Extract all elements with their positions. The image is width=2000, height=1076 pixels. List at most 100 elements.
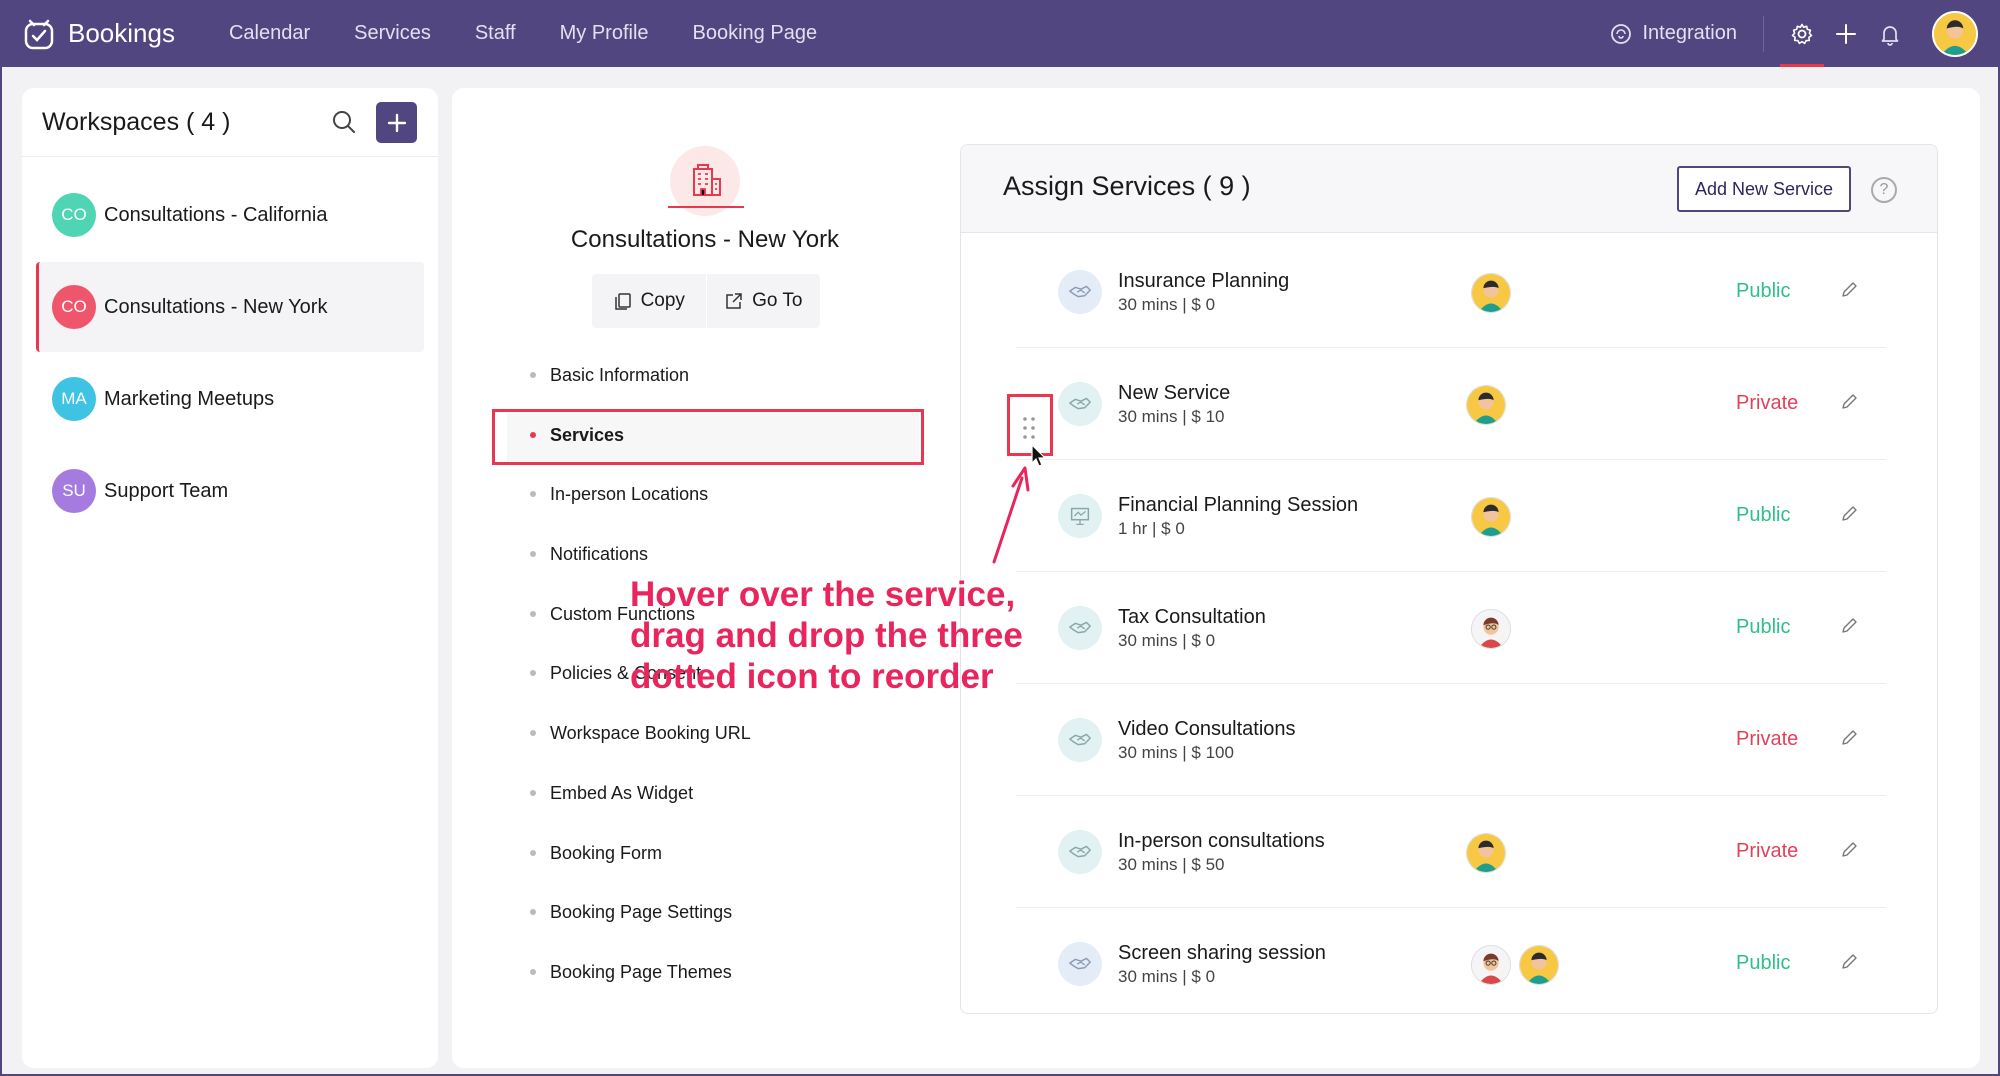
service-name: New Service (1118, 382, 1231, 404)
menu-label: Booking Form (550, 842, 663, 863)
nav-calendar[interactable]: Calendar (229, 22, 310, 45)
pencil-icon[interactable] (1839, 504, 1859, 524)
integration-icon (1611, 23, 1632, 44)
add-workspace-button[interactable] (376, 102, 417, 143)
settings-button[interactable] (1780, 0, 1824, 67)
copy-goto-group: Copy Go To (592, 274, 820, 328)
service-staff (1471, 609, 1519, 649)
menu-bullet (530, 551, 536, 557)
service-type-icon (1058, 606, 1102, 650)
goto-button[interactable]: Go To (707, 274, 821, 328)
service-visibility: Private (1736, 840, 1799, 862)
service-row[interactable]: Insurance Planning 30 mins | $ 0 Public (1016, 236, 1886, 348)
pencil-icon[interactable] (1839, 392, 1859, 412)
menu-services[interactable]: Services (530, 420, 624, 450)
copy-button[interactable]: Copy (592, 274, 706, 328)
service-meta: 30 mins | $ 50 (1118, 855, 1225, 874)
drag-handle-icon[interactable] (1022, 416, 1036, 440)
bookings-logo-icon (24, 19, 54, 49)
brand[interactable]: Bookings (22, 17, 175, 51)
service-visibility: Public (1736, 504, 1791, 526)
assign-services-card: Assign Services ( 9 ) Add New Service ? … (960, 144, 1938, 1014)
menu-bullet (530, 850, 536, 856)
nav-my-profile[interactable]: My Profile (560, 22, 649, 45)
integration-label: Integration (1642, 22, 1737, 44)
menu-bullet (530, 969, 536, 975)
add-button[interactable] (1824, 0, 1868, 67)
workspace-item[interactable]: SU Support Team (36, 446, 424, 536)
pencil-icon[interactable] (1839, 728, 1859, 748)
menu-bullet (530, 790, 536, 796)
menu-workspace-booking-url[interactable]: Workspace Booking URL (530, 718, 751, 748)
menu-bullet (530, 432, 536, 438)
menu-bullet (530, 491, 536, 497)
integration-link[interactable]: Integration (1610, 22, 1737, 45)
menu-booking-page-settings[interactable]: Booking Page Settings (530, 897, 732, 927)
staff-avatar (1471, 273, 1511, 313)
menu-booking-page-themes[interactable]: Booking Page Themes (530, 957, 732, 987)
service-meta: 30 mins | $ 0 (1118, 967, 1216, 986)
service-staff (1466, 833, 1514, 873)
add-new-service-button[interactable]: Add New Service (1677, 166, 1851, 212)
menu-embed-as-widget[interactable]: Embed As Widget (530, 778, 693, 808)
service-type-icon (1058, 382, 1102, 426)
handshake-icon (1069, 733, 1091, 746)
staff-avatar-icon (1467, 386, 1505, 424)
workspace-item[interactable]: MA Marketing Meetups (36, 354, 424, 444)
service-name: Insurance Planning (1118, 270, 1290, 292)
service-type-icon (1058, 270, 1102, 314)
service-name: Screen sharing session (1118, 942, 1326, 964)
app-name: Bookings (68, 18, 175, 48)
nav-services[interactable]: Services (354, 22, 431, 45)
service-meta: 1 hr | $ 0 (1118, 519, 1185, 538)
copy-label: Copy (640, 290, 685, 311)
workspace-badge: SU (52, 469, 96, 513)
service-row[interactable]: Video Consultations 30 mins | $ 100 Priv… (1016, 684, 1886, 796)
handshake-icon (1069, 621, 1091, 634)
staff-avatar (1466, 833, 1506, 873)
main-nav: Calendar Services Staff My Profile Booki… (229, 22, 861, 45)
workspace-name: Support Team (104, 479, 229, 502)
service-staff (1471, 497, 1519, 537)
service-row[interactable]: Financial Planning Session 1 hr | $ 0 Pu… (1016, 460, 1886, 572)
top-bar: Bookings Calendar Services Staff My Prof… (0, 0, 2000, 67)
annotation-text: Hover over the service, drag and drop th… (630, 574, 1023, 697)
workspace-name: Consultations - New York (104, 295, 328, 318)
goto-label: Go To (752, 290, 803, 311)
menu-in-person-locations[interactable]: In-person Locations (530, 479, 708, 509)
service-visibility: Public (1736, 280, 1791, 302)
menu-bullet (530, 730, 536, 736)
handshake-icon (1069, 957, 1091, 970)
workspace-item[interactable]: CO Consultations - California (36, 170, 424, 260)
workspace-name: Consultations - California (104, 203, 328, 226)
service-type-icon (1058, 942, 1102, 986)
menu-booking-form[interactable]: Booking Form (530, 838, 662, 868)
workspace-item-selected[interactable]: CO Consultations - New York (36, 262, 424, 352)
menu-notifications[interactable]: Notifications (530, 539, 648, 569)
nav-booking-page[interactable]: Booking Page (693, 22, 818, 45)
search-icon[interactable] (330, 108, 358, 136)
service-row[interactable]: Screen sharing session 30 mins | $ 0 Pub… (1016, 908, 1886, 1013)
plus-icon (1836, 23, 1856, 44)
service-row[interactable]: In-person consultations 30 mins | $ 50 P… (1016, 796, 1886, 908)
building-icon (693, 164, 721, 196)
menu-basic-information[interactable]: Basic Information (530, 360, 689, 390)
nav-staff[interactable]: Staff (475, 22, 516, 45)
pencil-icon[interactable] (1839, 952, 1859, 972)
staff-avatar (1519, 945, 1559, 985)
pencil-icon[interactable] (1839, 280, 1859, 300)
staff-avatar-icon (1467, 834, 1505, 872)
notifications-button[interactable] (1868, 0, 1912, 67)
help-icon[interactable]: ? (1871, 177, 1897, 203)
workspaces-header: Workspaces ( 4 ) (22, 88, 438, 157)
pencil-icon[interactable] (1839, 616, 1859, 636)
pencil-icon[interactable] (1839, 840, 1859, 860)
service-visibility: Private (1736, 392, 1799, 414)
menu-label: Notifications (550, 543, 649, 564)
service-meta: 30 mins | $ 10 (1118, 407, 1225, 426)
menu-label: Workspace Booking URL (550, 722, 751, 743)
user-avatar[interactable] (1932, 10, 1978, 57)
service-name: Financial Planning Session (1118, 494, 1359, 516)
service-row[interactable]: New Service 30 mins | $ 10 Private (1016, 348, 1886, 460)
service-row[interactable]: Tax Consultation 30 mins | $ 0 Public (1016, 572, 1886, 684)
